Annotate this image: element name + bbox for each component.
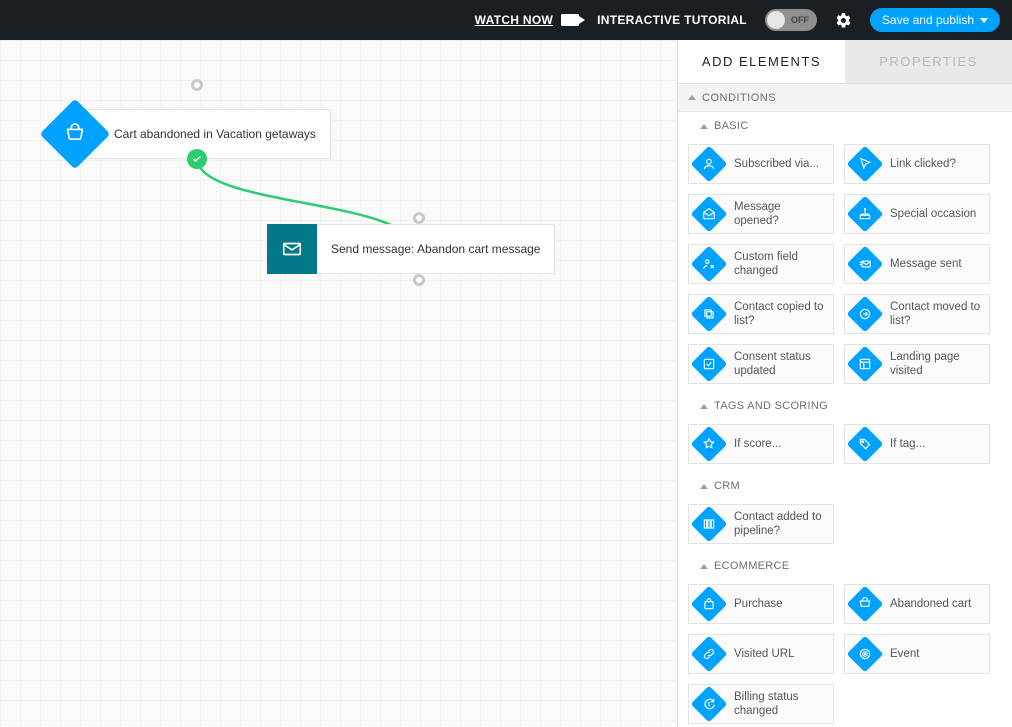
- element-link-clicked[interactable]: Link clicked?: [844, 144, 990, 184]
- star-icon: [691, 426, 728, 463]
- element-label: Landing page visited: [890, 350, 989, 379]
- tab-properties[interactable]: PROPERTIES: [845, 40, 1012, 83]
- sidebar-panel: ADD ELEMENTS PROPERTIES CONDITIONS BASIC…: [677, 40, 1012, 727]
- cart-icon: [847, 586, 884, 623]
- element-if-score[interactable]: If score...: [688, 424, 834, 464]
- element-label: If tag...: [890, 437, 931, 451]
- element-label: Billing status changed: [734, 690, 833, 719]
- settings-icon[interactable]: [835, 12, 852, 29]
- tab-add-elements[interactable]: ADD ELEMENTS: [678, 40, 845, 83]
- element-label: Event: [890, 647, 925, 661]
- element-purchase[interactable]: Purchase: [688, 584, 834, 624]
- target-icon: [847, 636, 884, 673]
- cursor-icon: [847, 146, 884, 183]
- element-billing[interactable]: $ Billing status changed: [688, 684, 834, 724]
- tag-icon: [847, 426, 884, 463]
- envelope-icon: [267, 224, 317, 274]
- element-subscribed[interactable]: Subscribed via...: [688, 144, 834, 184]
- element-label: Contact moved to list?: [890, 300, 989, 329]
- element-event[interactable]: Event: [844, 634, 990, 674]
- top-bar: WATCH NOW INTERACTIVE TUTORIAL OFF Save …: [0, 0, 1012, 40]
- element-label: Message opened?: [734, 200, 833, 229]
- element-label: Contact added to pipeline?: [734, 510, 833, 539]
- element-if-tag[interactable]: If tag...: [844, 424, 990, 464]
- layout-icon: [847, 346, 884, 383]
- video-icon: [561, 14, 579, 26]
- element-label: Contact copied to list?: [734, 300, 833, 329]
- subsection-crm[interactable]: CRM: [678, 472, 1012, 500]
- element-contact-copied[interactable]: Contact copied to list?: [688, 294, 834, 334]
- element-label: If score...: [734, 437, 787, 451]
- check-icon: [691, 346, 728, 383]
- element-label: Special occasion: [890, 207, 982, 221]
- save-publish-button[interactable]: Save and publish: [870, 8, 1000, 32]
- section-conditions[interactable]: CONDITIONS: [678, 84, 1012, 112]
- chevron-down-icon: [980, 18, 988, 23]
- node-port-top[interactable]: [191, 79, 203, 91]
- element-contact-moved[interactable]: Contact moved to list?: [844, 294, 990, 334]
- node-port-bottom[interactable]: [413, 274, 425, 286]
- node-port-top[interactable]: [413, 212, 425, 224]
- section-label: ECOMMERCE: [714, 560, 789, 572]
- section-label: TAGS AND SCORING: [714, 400, 828, 412]
- watch-now-link[interactable]: WATCH NOW: [475, 13, 579, 27]
- workflow-canvas[interactable]: Cart abandoned in Vacation getaways Send…: [0, 40, 677, 727]
- trigger-node[interactable]: Cart abandoned in Vacation getaways: [50, 109, 331, 159]
- section-label: BASIC: [714, 120, 749, 132]
- element-label: Subscribed via...: [734, 157, 825, 171]
- tab-label: PROPERTIES: [879, 54, 978, 69]
- subsection-basic[interactable]: BASIC: [678, 112, 1012, 140]
- svg-text:$: $: [708, 702, 711, 708]
- subsection-ecommerce[interactable]: ECOMMERCE: [678, 552, 1012, 580]
- action-node-label: Send message: Abandon cart message: [317, 224, 555, 274]
- element-message-opened[interactable]: Message opened?: [688, 194, 834, 234]
- element-label: Consent status updated: [734, 350, 833, 379]
- toggle-state-label: OFF: [791, 15, 809, 25]
- copy-icon: [691, 296, 728, 333]
- collapse-icon: [700, 484, 708, 489]
- element-label: Purchase: [734, 597, 789, 611]
- element-label: Message sent: [890, 257, 968, 271]
- tutorial-toggle[interactable]: OFF: [765, 9, 817, 31]
- collapse-icon: [700, 404, 708, 409]
- tab-label: ADD ELEMENTS: [702, 54, 821, 69]
- publish-label: Save and publish: [882, 13, 974, 27]
- user-icon: [691, 146, 728, 183]
- envelope-open-icon: [691, 196, 728, 233]
- element-pipeline[interactable]: Contact added to pipeline?: [688, 504, 834, 544]
- arrow-circle-icon: [847, 296, 884, 333]
- columns-icon: [691, 506, 728, 543]
- bag-icon: [691, 586, 728, 623]
- element-special-occasion[interactable]: Special occasion: [844, 194, 990, 234]
- subsection-tags[interactable]: TAGS AND SCORING: [678, 392, 1012, 420]
- action-node[interactable]: Send message: Abandon cart message: [267, 224, 555, 274]
- user-edit-icon: [691, 246, 728, 283]
- element-landing-page[interactable]: Landing page visited: [844, 344, 990, 384]
- trigger-node-label: Cart abandoned in Vacation getaways: [86, 109, 331, 159]
- element-consent[interactable]: Consent status updated: [688, 344, 834, 384]
- refresh-dollar-icon: $: [691, 686, 728, 723]
- element-message-sent[interactable]: Message sent: [844, 244, 990, 284]
- element-custom-field[interactable]: Custom field changed: [688, 244, 834, 284]
- tutorial-label: INTERACTIVE TUTORIAL: [597, 13, 747, 27]
- section-label: CRM: [714, 480, 740, 492]
- collapse-icon: [700, 124, 708, 129]
- element-label: Abandoned cart: [890, 597, 977, 611]
- element-visited-url[interactable]: Visited URL: [688, 634, 834, 674]
- section-label: CONDITIONS: [702, 92, 776, 104]
- check-icon: [187, 149, 207, 169]
- watch-now-label: WATCH NOW: [475, 13, 553, 27]
- element-label: Custom field changed: [734, 250, 833, 279]
- send-icon: [847, 246, 884, 283]
- element-label: Visited URL: [734, 647, 801, 661]
- element-label: Link clicked?: [890, 157, 962, 171]
- collapse-icon: [688, 95, 696, 100]
- cake-icon: [847, 196, 884, 233]
- element-abandoned-cart[interactable]: Abandoned cart: [844, 584, 990, 624]
- link-icon: [691, 636, 728, 673]
- collapse-icon: [700, 564, 708, 569]
